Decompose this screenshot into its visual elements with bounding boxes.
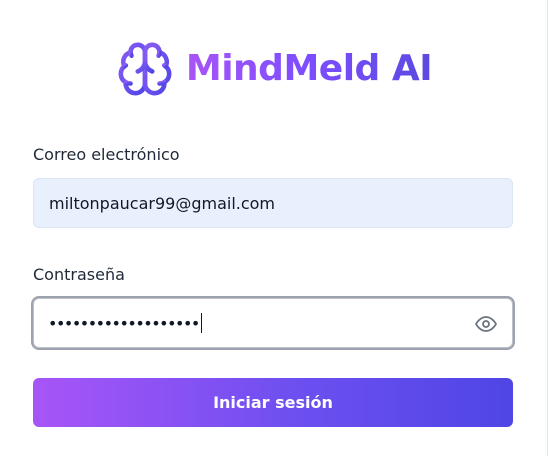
- email-value: miltonpaucar99@gmail.com: [49, 193, 276, 213]
- email-field[interactable]: miltonpaucar99@gmail.com: [33, 178, 513, 228]
- password-label: Contraseña: [33, 265, 125, 284]
- brand-logo: MindMeld AI: [0, 38, 548, 100]
- password-field[interactable]: •••••••••••••••••••: [33, 298, 513, 348]
- eye-icon[interactable]: [474, 312, 498, 336]
- text-caret: [200, 313, 203, 333]
- brain-icon: [118, 42, 172, 96]
- brand-name: MindMeld AI: [185, 48, 433, 89]
- password-value: •••••••••••••••••••: [48, 313, 200, 333]
- login-card: MindMeld AI Correo electrónico miltonpau…: [0, 0, 548, 456]
- login-button[interactable]: Iniciar sesión: [33, 378, 513, 427]
- email-label: Correo electrónico: [33, 145, 180, 164]
